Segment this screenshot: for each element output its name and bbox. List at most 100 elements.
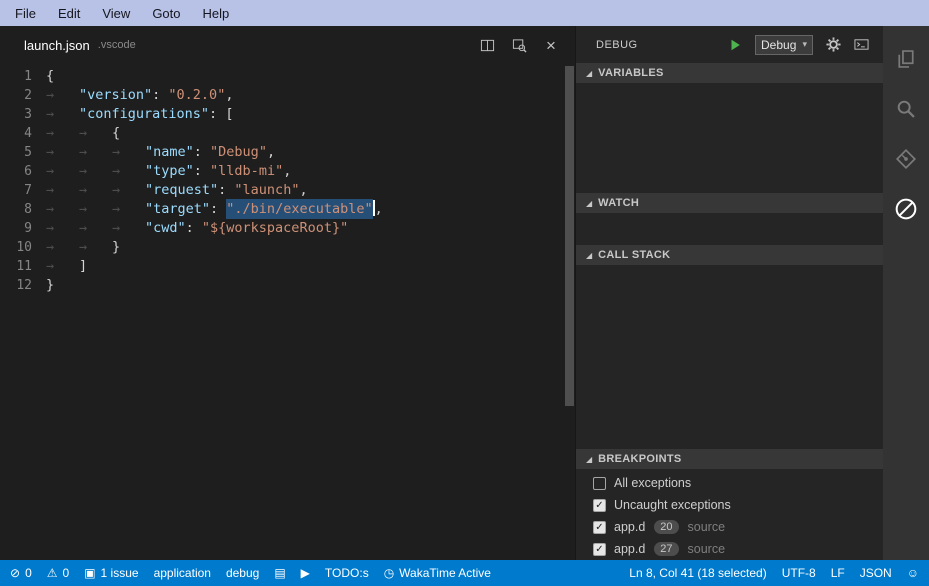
breakpoint-label: All exceptions [614,476,691,490]
status-issues[interactable]: ▣1 issue [84,566,138,580]
whitespace-tab-icon: → [79,219,112,238]
status-wakatime[interactable]: ◷WakaTime Active [384,566,491,580]
split-editor-icon[interactable] [479,37,495,53]
status-left: ⊘0⚠0▣1 issueapplicationdebug▤▶TODO:s◷Wak… [10,566,491,580]
menu-item-goto[interactable]: Goto [141,3,191,24]
code-token: "${workspaceRoot}" [202,220,348,236]
breakpoint-checkbox[interactable]: ✓ [593,543,606,556]
code-line[interactable]: 4→→{ [0,124,575,143]
line-number: 5 [0,143,46,162]
section-label: BREAKPOINTS [598,453,681,465]
code-line[interactable]: 7→→→"request": "launch", [0,181,575,200]
breakpoint-item[interactable]: ✓app.d20source [576,516,883,538]
code-token: "name" [145,144,194,160]
code-line[interactable]: 5→→→"name": "Debug", [0,143,575,162]
task-application-label: application [154,566,211,580]
whitespace-tab-icon: → [46,86,79,105]
section-header-breakpoints[interactable]: ◢ BREAKPOINTS [576,449,883,469]
line-content: →→→"type": "lldb-mi", [46,162,291,181]
code-token: , [283,163,291,179]
breakpoint-label: Uncaught exceptions [614,498,731,512]
status-task-application[interactable]: application [154,566,211,580]
status-warning-count[interactable]: ⚠0 [47,566,69,580]
activity-debug-icon[interactable] [883,184,929,234]
code-line[interactable]: 2→"version": "0.2.0", [0,86,575,105]
close-tab-icon[interactable]: × [543,37,559,53]
statusbar: ⊘0⚠0▣1 issueapplicationdebug▤▶TODO:s◷Wak… [0,560,929,586]
editor-tab[interactable]: launch.json .vscode × [0,26,575,64]
code-line[interactable]: 8→→→"target": "./bin/executable", [0,200,575,219]
line-content: →→→"target": "./bin/executable", [46,200,383,219]
line-content: →→} [46,238,120,257]
menu-item-view[interactable]: View [91,3,141,24]
language-mode-label: JSON [860,566,892,580]
code-line[interactable]: 3→"configurations": [ [0,105,575,124]
status-error-count[interactable]: ⊘0 [10,566,32,580]
start-debug-icon[interactable] [727,37,743,53]
code-line[interactable]: 12} [0,276,575,295]
status-eol[interactable]: LF [831,566,845,580]
todos-label: TODO:s [325,566,369,580]
issues-label: 1 issue [101,566,139,580]
scrollbar-thumb[interactable] [565,66,574,406]
status-encoding[interactable]: UTF-8 [782,566,816,580]
code-token: : [210,201,226,217]
warning-count-icon: ⚠ [47,567,58,579]
code-token: , [299,182,307,198]
breakpoint-checkbox[interactable] [593,477,606,490]
activity-explorer-icon[interactable] [883,34,929,84]
code-line[interactable]: 6→→→"type": "lldb-mi", [0,162,575,181]
code-line[interactable]: 1{ [0,67,575,86]
breakpoint-checkbox[interactable]: ✓ [593,499,606,512]
whitespace-tab-icon: → [79,200,112,219]
breakpoint-item[interactable]: ✓ Uncaught exceptions [576,494,883,516]
status-task-debug[interactable]: debug [226,566,259,580]
menu-item-help[interactable]: Help [192,3,241,24]
section-header-call-stack[interactable]: ◢ CALL STACK [576,245,883,265]
code-token: "Debug" [210,144,267,160]
error-count-label: 0 [25,566,32,580]
code-token: : [218,182,234,198]
status-feedback[interactable]: ☺ [907,567,919,579]
eol-label: LF [831,566,845,580]
code-line[interactable]: 10→→} [0,238,575,257]
editor-scrollbar[interactable] [564,65,575,560]
whitespace-tab-icon: → [46,238,79,257]
whitespace-tab-icon: → [46,200,79,219]
whitespace-tab-icon: → [79,238,112,257]
breakpoint-checkbox[interactable]: ✓ [593,521,606,534]
debug-console-icon[interactable] [853,37,869,53]
status-language-mode[interactable]: JSON [860,566,892,580]
whitespace-tab-icon: → [112,200,145,219]
code-token: "version" [79,87,152,103]
status-cursor-position[interactable]: Ln 8, Col 41 (18 selected) [629,566,766,580]
whitespace-tab-icon: → [112,219,145,238]
code-line[interactable]: 9→→→"cwd": "${workspaceRoot}" [0,219,575,238]
debug-settings-gear-icon[interactable] [825,37,841,53]
activity-source-control-icon[interactable] [883,134,929,184]
code-token: : [152,87,168,103]
line-content: →] [46,257,87,276]
whitespace-tab-icon: → [79,124,112,143]
menu-item-edit[interactable]: Edit [47,3,91,24]
twisty-icon: ◢ [586,69,592,78]
whitespace-tab-icon: → [112,181,145,200]
status-run-task[interactable]: ▶ [301,567,310,579]
activity-search-icon[interactable] [883,84,929,134]
status-file-indicator[interactable]: ▤ [274,567,285,579]
section-header-variables[interactable]: ◢ VARIABLES [576,63,883,83]
breakpoint-item[interactable]: ✓app.d27source [576,538,883,560]
whitespace-tab-icon: → [46,162,79,181]
breakpoint-item[interactable]: All exceptions [576,472,883,494]
code-line[interactable]: 11→] [0,257,575,276]
breakpoint-label: app.d [614,520,645,534]
section-header-watch[interactable]: ◢ WATCH [576,193,883,213]
menu-item-file[interactable]: File [4,3,47,24]
open-preview-icon[interactable] [511,37,527,53]
code-area[interactable]: 1{2→"version": "0.2.0",3→"configurations… [0,64,575,560]
wakatime-icon: ◷ [384,567,394,579]
line-number: 10 [0,238,46,257]
status-todos[interactable]: TODO:s [325,566,369,580]
debug-config-dropdown[interactable]: Debug ▾ [755,35,813,55]
whitespace-tab-icon: → [46,181,79,200]
